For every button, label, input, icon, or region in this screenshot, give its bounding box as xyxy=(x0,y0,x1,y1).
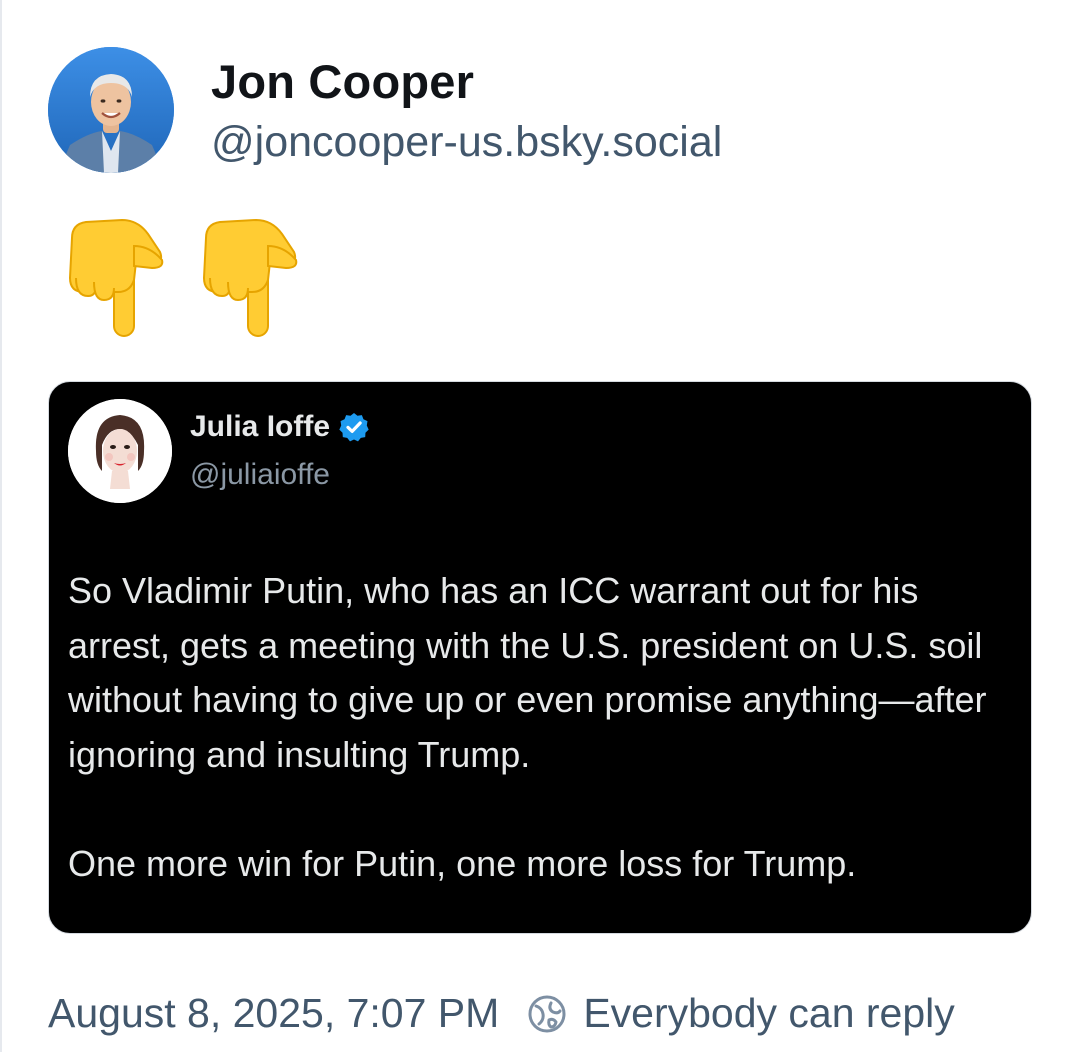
quoted-paragraph: So Vladimir Putin, who has an ICC warran… xyxy=(68,570,987,775)
author-avatar[interactable] xyxy=(48,47,174,173)
quoted-post-text: So Vladimir Putin, who has an ICC warran… xyxy=(68,564,1018,891)
embedded-image[interactable]: Julia Ioffe @juliaioffe So Vladimir Puti… xyxy=(48,381,1032,934)
author-display-name[interactable]: Jon Cooper xyxy=(211,54,474,109)
post-meta: August 8, 2025, 7:07 PM Everybody can re… xyxy=(48,990,955,1037)
author-handle[interactable]: @joncooper-us.bsky.social xyxy=(211,118,722,167)
quoted-author-handle: @juliaioffe xyxy=(190,458,330,491)
backhand-index-pointing-down-icon xyxy=(68,218,164,337)
post-text xyxy=(64,216,302,342)
quoted-avatar-illustration xyxy=(68,399,172,503)
thread-divider xyxy=(0,0,2,1052)
quoted-author-name: Julia Ioffe xyxy=(190,410,331,443)
backhand-index-pointing-down-icon xyxy=(202,218,298,337)
post-timestamp[interactable]: August 8, 2025, 7:07 PM xyxy=(48,990,499,1037)
quoted-paragraph: One more win for Putin, one more loss fo… xyxy=(68,842,857,884)
reply-setting[interactable]: Everybody can reply xyxy=(583,990,954,1037)
quoted-author-avatar xyxy=(68,399,172,503)
globe-icon xyxy=(528,995,566,1032)
quoted-author-row: Julia Ioffe xyxy=(190,410,370,444)
author-avatar-image xyxy=(48,47,174,173)
verified-badge-icon xyxy=(339,413,369,442)
